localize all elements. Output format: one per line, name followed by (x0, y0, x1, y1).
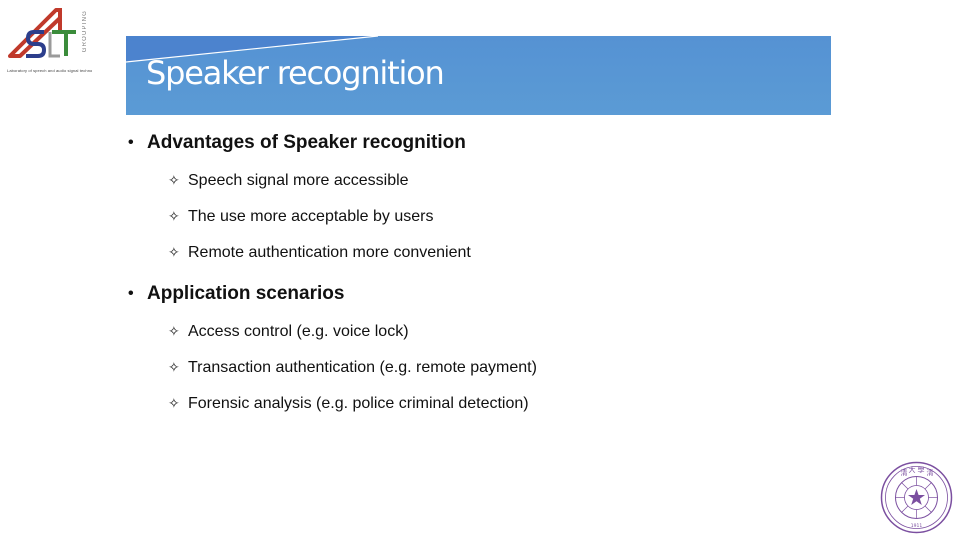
ast-logo-icon (8, 8, 76, 58)
list-item: ✧ Transaction authentication (e.g. remot… (128, 350, 537, 386)
star-bullet-icon: ✧ (168, 324, 180, 340)
tsinghua-seal-icon: 清 大 學 清 1911 (880, 461, 953, 534)
star-bullet-icon: ✧ (168, 360, 180, 376)
list-item: ✧ Forensic analysis (e.g. police crimina… (128, 386, 537, 422)
svg-text:清: 清 (927, 468, 934, 477)
section-advantages: • Advantages of Speaker recognition ✧ Sp… (128, 128, 471, 271)
seal-year: 1911 (911, 523, 923, 529)
star-bullet-icon: ✧ (168, 396, 180, 412)
svg-text:大: 大 (909, 465, 916, 474)
bullet-icon: • (128, 285, 134, 302)
list-item-text: Speech signal more accessible (188, 172, 409, 189)
list-item-text: Remote authentication more convenient (188, 244, 471, 261)
section-heading-text: Advantages of Speaker recognition (147, 132, 466, 153)
list-item: ✧ Speech signal more accessible (128, 163, 471, 199)
section-applications: • Application scenarios ✧ Access control… (128, 279, 537, 422)
list-item-text: The use more acceptable by users (188, 208, 434, 225)
slide-title: Speaker recognition (146, 54, 445, 92)
section-heading: • Application scenarios (128, 279, 537, 309)
list-item: ✧ Remote authentication more convenient (128, 235, 471, 271)
star-bullet-icon: ✧ (168, 209, 180, 225)
university-seal: 清 大 學 清 1911 (880, 461, 953, 534)
bullet-icon: • (128, 134, 134, 151)
list-item-text: Access control (e.g. voice lock) (188, 323, 409, 340)
logo-caption: Laboratory of speech and audio signal te… (7, 68, 92, 73)
list-item-text: Transaction authentication (e.g. remote … (188, 359, 537, 376)
section-heading: • Advantages of Speaker recognition (128, 128, 471, 158)
title-banner: Speaker recognition (126, 36, 831, 115)
list-item: ✧ Access control (e.g. voice lock) (128, 314, 537, 350)
star-bullet-icon: ✧ (168, 245, 180, 261)
logo-vertical-text: GROUPING (82, 10, 88, 53)
svg-text:學: 學 (918, 465, 925, 474)
list-item-text: Forensic analysis (e.g. police criminal … (188, 395, 529, 412)
section-heading-text: Application scenarios (147, 283, 345, 304)
list-item: ✧ The use more acceptable by users (128, 199, 471, 235)
star-bullet-icon: ✧ (168, 173, 180, 189)
svg-text:清: 清 (901, 468, 908, 477)
lab-logo: GROUPING Laboratory of speech and audio … (4, 4, 92, 74)
